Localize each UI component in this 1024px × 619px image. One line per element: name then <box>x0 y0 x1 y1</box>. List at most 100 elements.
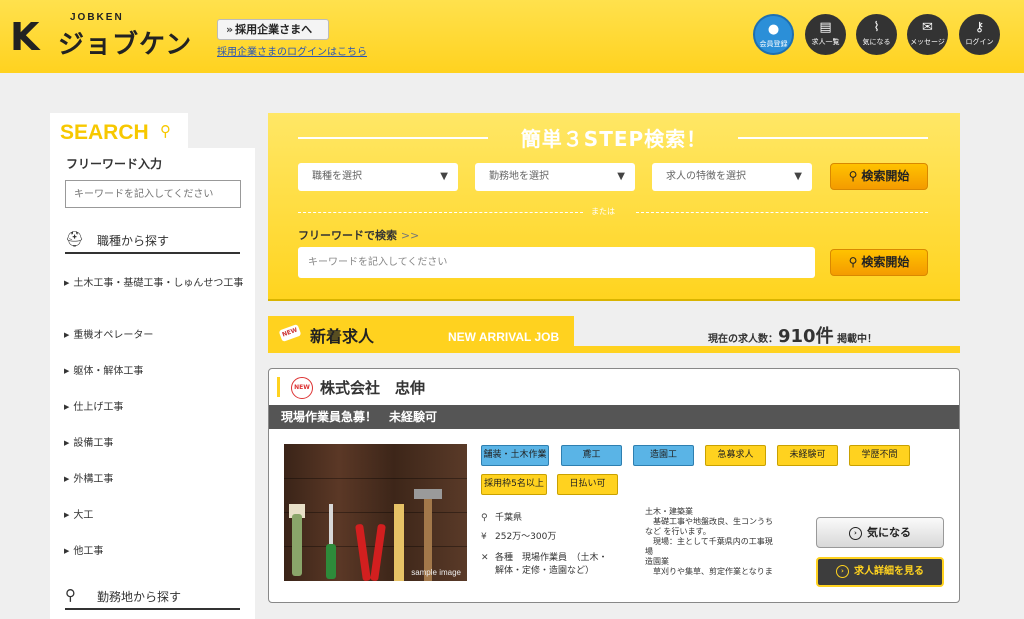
job-headline: 現場作業員急募！ 未経験可 <box>269 405 959 429</box>
freeword-search-button-label: 検索開始 <box>861 255 910 269</box>
job-description-line: など を行います。 <box>645 527 711 536</box>
favorites-button[interactable]: ⌇ 気になる <box>856 14 897 55</box>
caret-down-icon: ▼ <box>794 171 802 182</box>
photo-watermark: sample image <box>411 568 461 577</box>
sidebar-keyword-input[interactable] <box>65 180 241 208</box>
step-search-button[interactable]: ⚲ 検索開始 <box>830 163 928 190</box>
triangle-right-icon: ▶ <box>64 475 70 483</box>
job-location: ⚲ 千葉県 <box>481 510 522 523</box>
magnifier-icon: ⚲ <box>848 169 858 183</box>
new-arrivals-title-en: NEW ARRIVAL JOB <box>448 330 560 344</box>
sidebar-item-label: 他工事 <box>73 546 104 557</box>
list-icon: ▤ <box>819 20 832 35</box>
photo-hammer-head <box>414 489 442 499</box>
yen-icon: ¥ <box>481 532 487 542</box>
step-search-button-label: 検索開始 <box>861 169 910 183</box>
corporate-button[interactable]: » 採用企業さまへ <box>217 19 329 40</box>
divider-right <box>636 212 928 213</box>
job-type-select-value: 職種を選択 <box>312 171 362 182</box>
site-logo[interactable]: K JOBKEN ジョブケン <box>10 12 195 60</box>
new-arrivals-title: 新着求人 <box>310 327 375 346</box>
tag-no-experience: 未経験可 <box>777 445 838 466</box>
sidebar-item-finishing[interactable]: ▶ 仕上げ工事 <box>64 399 244 416</box>
sidebar-item-heavy-machinery[interactable]: ▶ 重機オペレーター <box>64 327 244 344</box>
job-list-button[interactable]: ▤ 求人一覧 <box>805 14 846 55</box>
magnifier-icon: ⚲ <box>848 255 858 269</box>
sidebar-item-framework[interactable]: ▶ 躯体・解体工事 <box>64 363 244 380</box>
logo-text: ジョブケン <box>58 30 193 60</box>
freeword-search-button[interactable]: ⚲ 検索開始 <box>830 249 928 276</box>
area-select-value: 勤務地を選択 <box>489 171 549 182</box>
job-description-line: 草刈りや集草、剪定作業となりま <box>645 567 773 576</box>
chevron-circle-icon: › <box>849 526 862 540</box>
feature-select[interactable]: 求人の特徴を選択 ▼ <box>652 163 812 191</box>
sidebar-item-carpenter[interactable]: ▶ 大工 <box>64 507 244 524</box>
caret-down-icon: ▼ <box>440 171 448 182</box>
site-header: K JOBKEN ジョブケン » 採用企業さまへ 採用企業さまのログインはこちら … <box>0 0 1024 73</box>
job-salary-value: 252万～300万 <box>495 532 557 542</box>
sidebar-item-label: 外構工事 <box>73 474 114 485</box>
logo-mark: K <box>10 15 40 59</box>
tag-five-plus-openings: 採用枠5名以上 <box>481 474 547 495</box>
job-photo: sample image <box>284 444 467 581</box>
tag-no-education: 学歴不問 <box>849 445 910 466</box>
favorite-button-label: 気になる <box>867 526 911 539</box>
tools-icon: ✕ <box>481 553 489 563</box>
job-card[interactable]: NEW 株式会社 忠伸 現場作業員急募！ 未経験可 sample image 舗… <box>268 368 960 603</box>
photo-wood-grain <box>284 478 467 479</box>
login-button[interactable]: ⚷ ログイン <box>959 14 1000 55</box>
job-count-prefix: 現在の求人数： <box>708 334 778 345</box>
member-register-button[interactable]: ● 会員登録 <box>753 14 794 55</box>
job-description-line: 造園業 <box>645 557 669 566</box>
job-type-select[interactable]: 職種を選択 ▼ <box>298 163 458 191</box>
area-select[interactable]: 勤務地を選択 ▼ <box>475 163 635 191</box>
sidebar-item-equipment[interactable]: ▶ 設備工事 <box>64 435 244 452</box>
job-location-value: 千葉県 <box>495 513 523 523</box>
tag-scaffold: 鳶工 <box>561 445 622 466</box>
clip-icon: ⌇ <box>873 20 880 35</box>
sidebar: フリーワード入力 ⛑ 職種から探す ▶土木工事・基礎工事・しゅんせつ工事 ▶重機… <box>50 148 255 619</box>
tag-paving: 舗装・土木作業 <box>481 445 549 466</box>
triangle-right-icon: ▶ <box>64 511 70 519</box>
job-occupation: ✕ 各種 現場作業員 （土木・ <box>481 550 608 563</box>
messages-button[interactable]: ✉ メッセージ <box>907 14 948 55</box>
search-icon: ⚲ <box>160 122 171 140</box>
corporate-login-link[interactable]: 採用企業さまのログインはこちら <box>217 43 367 58</box>
job-detail-button[interactable]: › 求人詳細を見る <box>816 557 944 587</box>
photo-pliers-left <box>355 523 371 581</box>
chevron-circle-icon: › <box>836 564 849 578</box>
sidebar-item-label: 躯体・解体工事 <box>73 366 144 377</box>
double-chevron-icon: » <box>226 23 234 36</box>
triangle-right-icon: ▶ <box>64 403 70 411</box>
job-detail-button-label: 求人詳細を見る <box>854 566 924 577</box>
sidebar-item-label: 設備工事 <box>73 438 114 449</box>
photo-pliers-right <box>370 523 386 581</box>
divider-left <box>298 212 583 213</box>
sidebar-item-label: 土木工事・基礎工事・しゅんせつ工事 <box>73 278 244 289</box>
tag-landscaping: 造園工 <box>633 445 694 466</box>
favorite-button[interactable]: › 気になる <box>816 517 944 548</box>
mail-icon: ✉ <box>922 20 933 35</box>
sidebar-item-civil[interactable]: ▶ 土木工事・基礎工事・しゅんせつ工事 <box>64 275 244 292</box>
job-count-suffix: 掲載中！ <box>837 334 878 345</box>
triangle-right-icon: ▶ <box>64 279 70 287</box>
freeword-search-input[interactable]: キーワードを記入してください <box>298 247 815 278</box>
photo-ruler <box>394 504 404 581</box>
sidebar-item-exterior[interactable]: ▶ 外構工事 <box>64 471 244 488</box>
photo-wood-grain <box>284 512 467 513</box>
sidebar-item-other[interactable]: ▶ 他工事 <box>64 543 244 560</box>
member-register-label: 会員登録 <box>759 40 788 48</box>
sidebar-search-tab: SEARCH ⚲ <box>50 113 188 149</box>
caret-down-icon: ▼ <box>617 171 625 182</box>
job-count-value: 910件 <box>778 326 834 347</box>
triangle-right-icon: ▶ <box>64 547 70 555</box>
freeword-search-label: フリーワードで検索 >> <box>298 227 419 243</box>
login-label: ログイン <box>965 38 994 46</box>
company-name[interactable]: 株式会社 忠伸 <box>320 377 425 398</box>
job-occupation-line1: 各種 現場作業員 （土木・ <box>495 553 608 563</box>
job-list-label: 求人一覧 <box>811 38 840 46</box>
card-accent-bar <box>277 377 280 397</box>
photo-brush-handle <box>292 514 302 576</box>
or-divider-text: または <box>591 207 615 216</box>
job-occupation-line2: 解体・定修・造園など） <box>495 566 595 576</box>
